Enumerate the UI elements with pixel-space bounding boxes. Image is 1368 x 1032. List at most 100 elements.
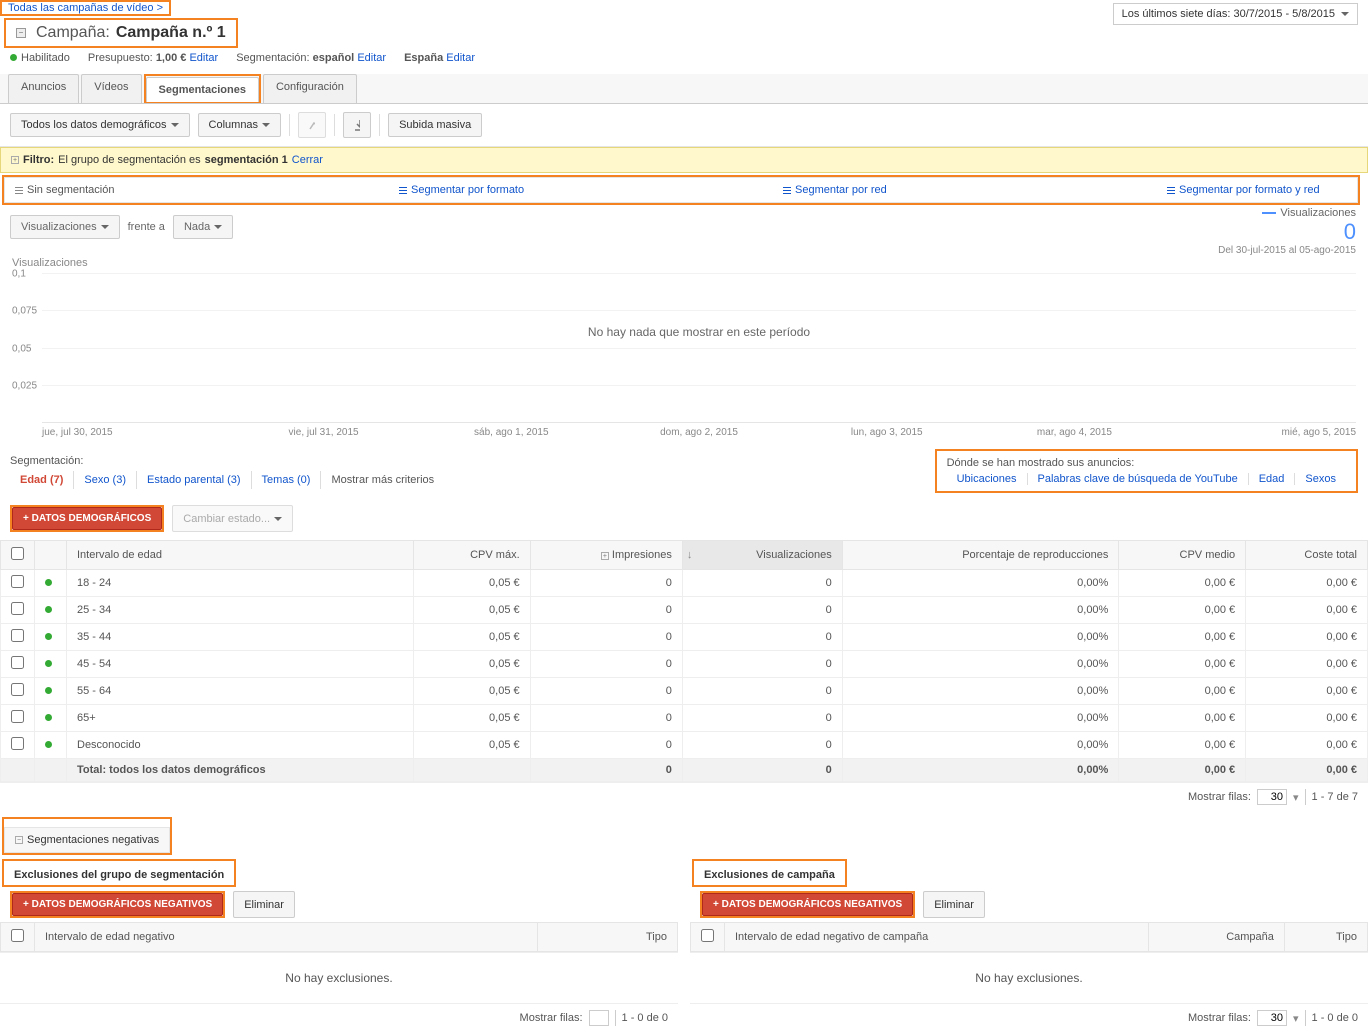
table-row: 25 - 34 0,05 € 0 0 0,00% 0,00 € 0,00 €	[1, 597, 1368, 624]
tab-anuncios[interactable]: Anuncios	[8, 74, 79, 103]
page-size-input[interactable]	[1257, 789, 1287, 805]
row-pct: 0,00%	[842, 678, 1119, 705]
segment-network[interactable]: Segmentar por red	[783, 184, 1167, 196]
col-views[interactable]: ↓Visualizaciones	[682, 541, 842, 570]
toolbar: Todos los datos demográficos Columnas Su…	[0, 104, 1368, 147]
campaign-header-checkbox[interactable]	[701, 929, 714, 942]
tab-videos[interactable]: Vídeos	[81, 74, 141, 103]
line-chart-icon	[309, 119, 315, 131]
group-header-checkbox[interactable]	[11, 929, 24, 942]
table-row: Desconocido 0,05 € 0 0 0,00% 0,00 € 0,00…	[1, 732, 1368, 759]
negative-targeting-header[interactable]: − Segmentaciones negativas	[4, 827, 170, 853]
metric-dropdown[interactable]: Visualizaciones	[10, 215, 120, 239]
collapse-icon: −	[15, 836, 23, 844]
remove-group-button[interactable]: Eliminar	[233, 891, 295, 918]
campaign-exclusions-title: Exclusiones de campaña	[694, 861, 845, 885]
campaign-title: − Campaña: Campaña n.º 1	[6, 20, 236, 46]
row-avg-cpv: 0,00 €	[1119, 624, 1246, 651]
add-negative-demographics-group[interactable]: + DATOS DEMOGRÁFICOS NEGATIVOS	[12, 893, 223, 916]
row-cost: 0,00 €	[1246, 678, 1368, 705]
row-pct: 0,00%	[842, 570, 1119, 597]
row-checkbox[interactable]	[11, 602, 24, 615]
remove-campaign-button[interactable]: Eliminar	[923, 891, 985, 918]
segment-format-network[interactable]: Segmentar por formato y red	[1167, 184, 1347, 196]
col-age[interactable]: Intervalo de edad	[67, 541, 414, 570]
bars-icon	[1167, 186, 1175, 194]
criteria-tab-more[interactable]: Mostrar más criterios	[321, 471, 444, 489]
row-pct: 0,00%	[842, 732, 1119, 759]
row-checkbox[interactable]	[11, 575, 24, 588]
link-keywords[interactable]: Palabras clave de búsqueda de YouTube	[1028, 473, 1249, 485]
chart-icon-button[interactable]	[298, 112, 326, 138]
row-checkbox[interactable]	[11, 710, 24, 723]
row-pct: 0,00%	[842, 651, 1119, 678]
campaign-col-age[interactable]: Intervalo de edad negativo de campaña	[725, 923, 1149, 952]
add-negative-demographics-campaign[interactable]: + DATOS DEMOGRÁFICOS NEGATIVOS	[702, 893, 913, 916]
row-pct: 0,00%	[842, 705, 1119, 732]
link-edad[interactable]: Edad	[1249, 473, 1296, 485]
compare-dropdown[interactable]: Nada	[173, 215, 233, 239]
row-checkbox[interactable]	[11, 683, 24, 696]
tab-segmentaciones[interactable]: Segmentaciones	[146, 77, 259, 102]
columns-dropdown[interactable]: Columnas	[198, 113, 282, 137]
edit-budget-link[interactable]: Editar	[189, 52, 218, 64]
collapse-icon[interactable]: −	[16, 28, 26, 38]
row-avg-cpv: 0,00 €	[1119, 705, 1246, 732]
row-cost: 0,00 €	[1246, 732, 1368, 759]
criteria-tab-temas[interactable]: Temas (0)	[252, 471, 322, 489]
row-checkbox[interactable]	[11, 656, 24, 669]
col-cpv-max[interactable]: CPV máx.	[413, 541, 530, 570]
criteria-tab-sexo[interactable]: Sexo (3)	[74, 471, 137, 489]
row-impressions: 0	[530, 570, 682, 597]
row-views: 0	[682, 651, 842, 678]
link-ubicaciones[interactable]: Ubicaciones	[947, 473, 1028, 485]
campaign-page-size[interactable]	[1257, 1010, 1287, 1026]
row-views: 0	[682, 732, 842, 759]
criteria-tab-parental[interactable]: Estado parental (3)	[137, 471, 252, 489]
demo-filter-dropdown[interactable]: Todos los datos demográficos	[10, 113, 190, 137]
download-button[interactable]	[343, 112, 371, 138]
row-cpv-max: 0,05 €	[413, 597, 530, 624]
campaign-col-campaign[interactable]: Campaña	[1148, 923, 1284, 952]
col-play-pct[interactable]: Porcentaje de reproducciones	[842, 541, 1119, 570]
filter-close-link[interactable]: Cerrar	[292, 154, 323, 166]
status-dot-icon	[45, 687, 52, 694]
col-avg-cpv[interactable]: CPV medio	[1119, 541, 1246, 570]
status-dot-icon	[45, 633, 52, 640]
table-pager: Mostrar filas: ▾ 1 - 7 de 7	[0, 782, 1368, 811]
col-impressions[interactable]: + Impresiones	[530, 541, 682, 570]
bulk-upload-button[interactable]: Subida masiva	[388, 113, 482, 137]
table-row: 65+ 0,05 € 0 0 0,00% 0,00 € 0,00 €	[1, 705, 1368, 732]
breadcrumb-highlight: Todas las campañas de vídeo >	[0, 0, 171, 16]
link-sexos[interactable]: Sexos	[1295, 473, 1346, 485]
add-demographics-button[interactable]: + DATOS DEMOGRÁFICOS	[12, 507, 162, 530]
group-col-type[interactable]: Tipo	[537, 923, 677, 952]
expand-icon[interactable]: +	[11, 156, 19, 164]
breadcrumb[interactable]: Todas las campañas de vídeo >	[2, 0, 169, 16]
col-total-cost[interactable]: Coste total	[1246, 541, 1368, 570]
table-row: 55 - 64 0,05 € 0 0 0,00% 0,00 € 0,00 €	[1, 678, 1368, 705]
group-page-size[interactable]	[589, 1010, 609, 1026]
title-name: Campaña n.º 1	[116, 24, 226, 42]
row-cost: 0,00 €	[1246, 597, 1368, 624]
group-col-age[interactable]: Intervalo de edad negativo	[35, 923, 538, 952]
table-row: 18 - 24 0,05 € 0 0 0,00% 0,00 € 0,00 €	[1, 570, 1368, 597]
row-checkbox[interactable]	[11, 737, 24, 750]
date-range-picker[interactable]: Los últimos siete días: 30/7/2015 - 5/8/…	[1113, 3, 1358, 25]
segment-none[interactable]: Sin segmentación	[15, 184, 399, 196]
campaign-exclusions: Exclusiones de campaña + DATOS DEMOGRÁFI…	[690, 855, 1368, 1032]
tab-configuracion[interactable]: Configuración	[263, 74, 357, 103]
row-impressions: 0	[530, 624, 682, 651]
row-cost: 0,00 €	[1246, 705, 1368, 732]
data-table: Intervalo de edad CPV máx. + Impresiones…	[0, 540, 1368, 782]
row-avg-cpv: 0,00 €	[1119, 597, 1246, 624]
segment-format[interactable]: Segmentar por formato	[399, 184, 783, 196]
campaign-col-type[interactable]: Tipo	[1284, 923, 1367, 952]
row-label: 65+	[67, 705, 414, 732]
action-row: + DATOS DEMOGRÁFICOS Cambiar estado...	[0, 497, 1368, 540]
change-state-dropdown[interactable]: Cambiar estado...	[172, 505, 293, 532]
edit-country-link[interactable]: Editar	[446, 52, 475, 64]
row-checkbox[interactable]	[11, 629, 24, 642]
edit-segmentation-link[interactable]: Editar	[357, 52, 386, 64]
criteria-tab-edad[interactable]: Edad (7)	[10, 471, 74, 489]
